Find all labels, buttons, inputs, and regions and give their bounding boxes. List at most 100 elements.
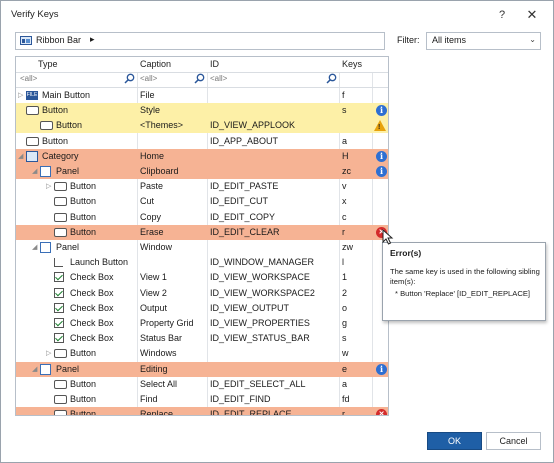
search-icon[interactable] bbox=[326, 73, 337, 84]
panel-icon bbox=[40, 166, 51, 177]
table-row[interactable]: ◢ Category Home Hi bbox=[16, 148, 388, 164]
row-keys: 2 bbox=[342, 287, 348, 298]
tree-expander-icon[interactable]: ◢ bbox=[18, 152, 23, 160]
table-row[interactable]: Check Box Output ID_VIEW_OUTPUT o bbox=[16, 301, 388, 316]
row-caption: Replace bbox=[140, 409, 174, 416]
table-row[interactable]: Launch Button ID_WINDOW_MANAGER l bbox=[16, 255, 388, 270]
info-icon[interactable]: i bbox=[376, 166, 387, 177]
row-id: ID_APP_ABOUT bbox=[210, 135, 279, 146]
id-filter-input[interactable]: <all> bbox=[210, 74, 227, 83]
checkbox-icon[interactable] bbox=[54, 333, 64, 344]
ribbon-path-bar[interactable]: Ribbon Bar ▸ bbox=[15, 32, 385, 50]
type-filter-input[interactable]: <all> bbox=[20, 74, 37, 83]
filter-select[interactable]: All items ⌄ bbox=[426, 32, 541, 50]
table-row[interactable]: Button Replace ID_EDIT_REPLACE r ✕ bbox=[16, 407, 388, 416]
row-id: ID_WINDOW_MANAGER bbox=[210, 257, 315, 268]
table-row[interactable]: Button Select All ID_EDIT_SELECT_ALL a bbox=[16, 377, 388, 392]
path-arrow-icon[interactable]: ▸ bbox=[90, 34, 95, 45]
checkbox-icon[interactable] bbox=[54, 302, 64, 313]
row-type: Main Button bbox=[42, 90, 91, 100]
button-icon bbox=[26, 106, 39, 116]
category-icon bbox=[26, 150, 38, 162]
checkbox-icon[interactable] bbox=[54, 272, 64, 283]
caption-filter-input[interactable]: <all> bbox=[140, 74, 157, 83]
ok-button[interactable]: OK bbox=[427, 432, 482, 450]
button-icon bbox=[54, 410, 67, 415]
info-icon[interactable]: i bbox=[376, 363, 387, 375]
close-button[interactable]: ✕ bbox=[522, 6, 542, 24]
checkbox-icon[interactable] bbox=[54, 318, 64, 328]
table-row[interactable]: Check Box View 2 ID_VIEW_WORKSPACE2 2 bbox=[16, 286, 388, 301]
table-row[interactable]: Button Style s i bbox=[16, 103, 388, 119]
search-icon[interactable] bbox=[194, 73, 205, 84]
row-caption: Output bbox=[140, 302, 168, 313]
tree-expander-icon[interactable]: ◢ bbox=[32, 365, 37, 373]
table-row[interactable]: Button <Themes> ID_VIEW_APPLOOK! bbox=[16, 118, 388, 134]
launch-icon bbox=[54, 258, 63, 268]
row-caption: Windows bbox=[140, 348, 177, 359]
row-id: ID_EDIT_SELECT_ALL bbox=[210, 378, 306, 389]
row-type: Button bbox=[70, 226, 97, 237]
button-icon bbox=[26, 136, 39, 146]
table-row[interactable]: ▷ Button Paste ID_EDIT_PASTE v bbox=[16, 179, 388, 194]
info-icon[interactable]: i bbox=[376, 150, 387, 162]
row-caption: Cut bbox=[140, 196, 155, 207]
table-row[interactable]: ▷ FILE Main Button File f bbox=[16, 88, 388, 103]
row-keys: s bbox=[342, 333, 347, 344]
tree-expander-icon[interactable]: ◢ bbox=[32, 167, 37, 175]
table-row[interactable]: ◢ Panel Clipboard zc i bbox=[16, 164, 388, 179]
checkbox-icon[interactable] bbox=[54, 287, 64, 298]
warning-icon[interactable]: ! bbox=[374, 120, 386, 132]
mouse-pointer-icon bbox=[382, 229, 394, 245]
info-icon[interactable]: i bbox=[376, 105, 387, 117]
row-type: Check Box bbox=[70, 272, 114, 283]
row-type: Button bbox=[56, 120, 83, 131]
table-row[interactable]: Button Copy ID_EDIT_COPY c bbox=[16, 210, 388, 225]
table-row[interactable]: Button Cut ID_EDIT_CUT x bbox=[16, 194, 388, 209]
table-row[interactable]: Check Box Property Grid ID_VIEW_PROPERTIES… bbox=[16, 316, 388, 331]
row-type: Button bbox=[42, 105, 69, 116]
row-keys: c bbox=[342, 211, 347, 222]
table-row[interactable]: Check Box View 1 ID_VIEW_WORKSPACE 1 bbox=[16, 270, 388, 285]
row-type: Button bbox=[70, 196, 97, 207]
column-header-type[interactable]: Type bbox=[38, 59, 58, 69]
column-header-keys[interactable]: Keys bbox=[342, 59, 362, 69]
row-keys: zw bbox=[342, 242, 353, 252]
table-row[interactable]: ◢ Panel Window zw bbox=[16, 240, 388, 255]
row-type: Button bbox=[70, 409, 97, 416]
panel-icon bbox=[40, 242, 51, 253]
cancel-button[interactable]: Cancel bbox=[486, 432, 541, 450]
row-keys: e bbox=[342, 363, 348, 374]
table-row[interactable]: Button Erase ID_EDIT_CLEAR r ✕ bbox=[16, 224, 388, 240]
tree-expander-icon[interactable]: ▷ bbox=[46, 182, 51, 190]
row-caption: Find bbox=[140, 394, 158, 404]
table-row[interactable]: ▷ Button Windows w bbox=[16, 346, 388, 361]
row-type: Button bbox=[42, 135, 69, 146]
row-caption: Editing bbox=[140, 363, 168, 374]
error-icon[interactable]: ✕ bbox=[376, 409, 387, 415]
row-keys: w bbox=[342, 348, 349, 359]
column-header-id[interactable]: ID bbox=[210, 59, 219, 69]
filter-value: All items bbox=[432, 35, 467, 45]
row-caption: Copy bbox=[140, 211, 162, 222]
help-button[interactable]: ? bbox=[492, 6, 512, 24]
row-keys: o bbox=[342, 302, 348, 313]
tree-expander-icon[interactable]: ▷ bbox=[18, 91, 23, 99]
table-row[interactable]: ◢ Panel Editing e i bbox=[16, 361, 388, 377]
row-type: Check Box bbox=[70, 333, 114, 344]
table-row[interactable]: Button ID_APP_ABOUT a bbox=[16, 134, 388, 149]
row-id: ID_VIEW_PROPERTIES bbox=[210, 318, 310, 328]
search-icon[interactable] bbox=[124, 73, 135, 84]
tree-expander-icon[interactable]: ▷ bbox=[46, 349, 51, 357]
row-type: Button bbox=[70, 181, 97, 192]
row-type: Launch Button bbox=[70, 257, 129, 268]
row-keys: a bbox=[342, 378, 348, 389]
row-type: Category bbox=[42, 150, 79, 161]
table-row[interactable]: Button Find ID_EDIT_FIND fd bbox=[16, 392, 388, 407]
path-label: Ribbon Bar bbox=[36, 35, 82, 45]
tree-expander-icon[interactable]: ◢ bbox=[32, 243, 37, 251]
table-row[interactable]: Check Box Status Bar ID_VIEW_STATUS_BAR s bbox=[16, 331, 388, 346]
column-header-caption[interactable]: Caption bbox=[140, 59, 171, 69]
row-id: ID_EDIT_COPY bbox=[210, 211, 276, 222]
filter-label: Filter: bbox=[397, 35, 420, 45]
